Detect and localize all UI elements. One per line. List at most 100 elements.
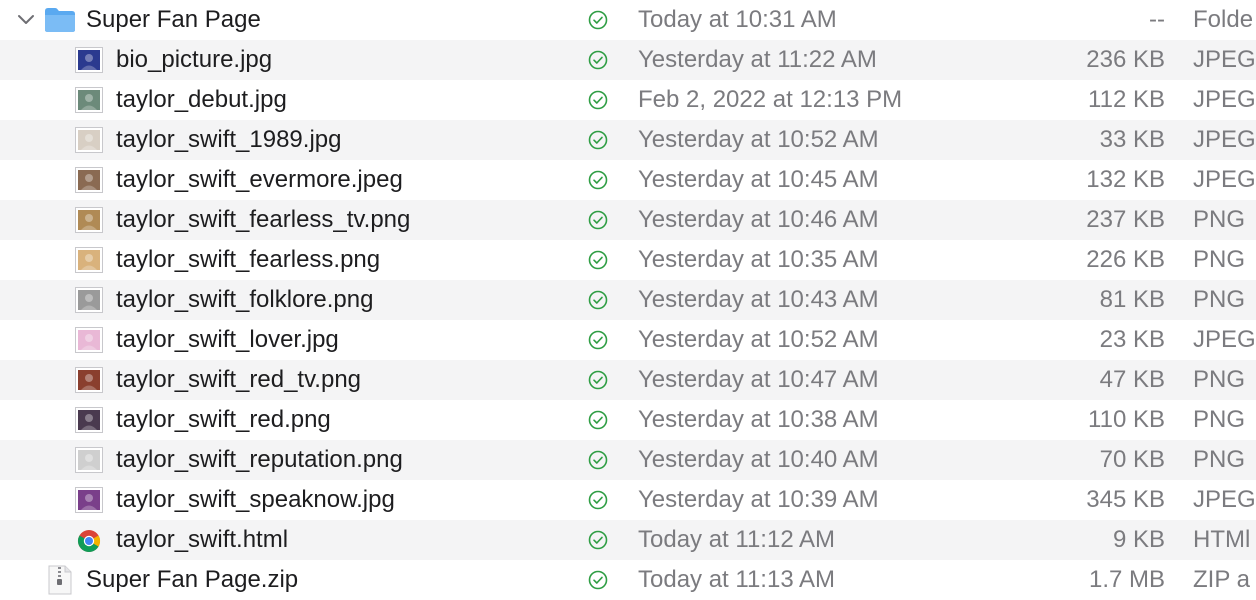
file-size: 23 KB	[1099, 326, 1165, 353]
sync-status-icon	[588, 570, 608, 590]
file-size: --	[1149, 6, 1165, 33]
file-size: 110 KB	[1088, 406, 1165, 433]
image-thumbnail-icon	[75, 47, 103, 73]
file-kind: PNG	[1193, 446, 1246, 473]
sync-status-icon	[588, 410, 608, 430]
file-kind: JPEG	[1193, 86, 1256, 113]
date-modified: Yesterday at 10:40 AM	[638, 446, 879, 473]
file-size: 33 KB	[1099, 126, 1165, 153]
file-row[interactable]: taylor_swift_evermore.jpeg Yesterday at …	[0, 160, 1256, 200]
date-modified: Yesterday at 11:22 AM	[638, 46, 877, 73]
date-modified: Yesterday at 10:39 AM	[638, 486, 879, 513]
image-thumbnail-icon	[75, 367, 103, 393]
file-name: taylor_debut.jpg	[116, 86, 287, 113]
date-modified: Yesterday at 10:38 AM	[638, 406, 879, 433]
date-modified: Yesterday at 10:52 AM	[638, 326, 879, 353]
sync-status-icon	[588, 290, 608, 310]
date-modified: Today at 10:31 AM	[638, 6, 837, 33]
file-row[interactable]: taylor_swift_red.png Yesterday at 10:38 …	[0, 400, 1256, 440]
file-name: taylor_swift_reputation.png	[116, 446, 403, 473]
sync-status-icon	[588, 450, 608, 470]
file-size: 81 KB	[1099, 286, 1165, 313]
folder-icon	[44, 7, 76, 33]
sync-status-icon	[588, 90, 608, 110]
image-thumbnail-icon	[75, 487, 103, 513]
sync-status-icon	[588, 10, 608, 30]
file-name: taylor_swift_folklore.png	[116, 286, 374, 313]
file-kind: JPEG	[1193, 126, 1256, 153]
file-size: 237 KB	[1086, 206, 1165, 233]
chrome-html-icon	[77, 529, 101, 553]
date-modified: Today at 11:13 AM	[638, 566, 836, 593]
image-thumbnail-icon	[75, 207, 103, 233]
sync-status-icon	[588, 530, 608, 550]
date-modified: Yesterday at 10:35 AM	[638, 246, 879, 273]
file-row[interactable]: taylor_swift_1989.jpg Yesterday at 10:52…	[0, 120, 1256, 160]
file-row[interactable]: taylor_swift_fearless.png Yesterday at 1…	[0, 240, 1256, 280]
file-size: 132 KB	[1086, 166, 1165, 193]
file-name: taylor_swift_evermore.jpeg	[116, 166, 403, 193]
file-kind: JPEG	[1193, 326, 1256, 353]
date-modified: Yesterday at 10:46 AM	[638, 206, 879, 233]
image-thumbnail-icon	[75, 287, 103, 313]
file-kind: JPEG	[1193, 46, 1256, 73]
file-name: taylor_swift_speaknow.jpg	[116, 486, 395, 513]
sync-status-icon	[588, 210, 608, 230]
file-row[interactable]: taylor_swift_red_tv.png Yesterday at 10:…	[0, 360, 1256, 400]
file-row[interactable]: taylor_swift_fearless_tv.png Yesterday a…	[0, 200, 1256, 240]
file-kind: PNG	[1193, 246, 1246, 273]
file-kind: HTMl	[1193, 526, 1251, 553]
file-row[interactable]: taylor_swift_reputation.png Yesterday at…	[0, 440, 1256, 480]
file-row[interactable]: taylor_swift_folklore.png Yesterday at 1…	[0, 280, 1256, 320]
image-thumbnail-icon	[75, 167, 103, 193]
file-row[interactable]: taylor_debut.jpg Feb 2, 2022 at 12:13 PM…	[0, 80, 1256, 120]
file-size: 226 KB	[1086, 246, 1165, 273]
file-name: taylor_swift.html	[116, 526, 289, 553]
image-thumbnail-icon	[75, 247, 103, 273]
sync-status-icon	[588, 490, 608, 510]
file-size: 47 KB	[1099, 366, 1165, 393]
chevron-down-icon[interactable]	[16, 11, 36, 29]
zip-row[interactable]: Super Fan Page.zip Today at 11:13 AM 1.7…	[0, 560, 1256, 600]
image-thumbnail-icon	[75, 407, 103, 433]
image-thumbnail-icon	[75, 127, 103, 153]
zip-archive-icon	[47, 565, 73, 595]
file-name: taylor_swift_red_tv.png	[116, 366, 362, 393]
sync-status-icon	[588, 330, 608, 350]
file-list: Super Fan Page Today at 10:31 AM -- Fold…	[0, 0, 1256, 600]
image-thumbnail-icon	[75, 447, 103, 473]
file-kind: PNG	[1193, 286, 1246, 313]
sync-status-icon	[588, 130, 608, 150]
folder-name: Super Fan Page	[86, 6, 261, 33]
file-size: 70 KB	[1099, 446, 1165, 473]
file-name: taylor_swift_1989.jpg	[116, 126, 342, 153]
image-thumbnail-icon	[75, 327, 103, 353]
file-kind: PNG	[1193, 366, 1246, 393]
file-kind: PNG	[1193, 406, 1246, 433]
date-modified: Yesterday at 10:43 AM	[638, 286, 879, 313]
date-modified: Yesterday at 10:47 AM	[638, 366, 879, 393]
file-row[interactable]: bio_picture.jpg Yesterday at 11:22 AM 23…	[0, 40, 1256, 80]
sync-status-icon	[588, 370, 608, 390]
file-row[interactable]: taylor_swift_lover.jpg Yesterday at 10:5…	[0, 320, 1256, 360]
image-thumbnail-icon	[75, 87, 103, 113]
file-name: taylor_swift_red.png	[116, 406, 331, 433]
date-modified: Yesterday at 10:52 AM	[638, 126, 879, 153]
file-name: bio_picture.jpg	[116, 46, 273, 73]
file-row[interactable]: taylor_swift.html Today at 11:12 AM 9 KB…	[0, 520, 1256, 560]
file-size: 236 KB	[1086, 46, 1165, 73]
sync-status-icon	[588, 170, 608, 190]
file-name: Super Fan Page.zip	[86, 566, 299, 593]
date-modified: Yesterday at 10:45 AM	[638, 166, 879, 193]
file-name: taylor_swift_fearless_tv.png	[116, 206, 411, 233]
file-kind: PNG	[1193, 206, 1246, 233]
file-row[interactable]: taylor_swift_speaknow.jpg Yesterday at 1…	[0, 480, 1256, 520]
file-kind: ZIP a	[1193, 566, 1250, 593]
file-kind: Folde	[1193, 6, 1254, 33]
file-kind: JPEG	[1193, 486, 1256, 513]
file-size: 112 KB	[1088, 86, 1165, 113]
file-name: taylor_swift_lover.jpg	[116, 326, 339, 353]
folder-row[interactable]: Super Fan Page Today at 10:31 AM -- Fold…	[0, 0, 1256, 40]
file-size: 9 KB	[1112, 526, 1165, 553]
sync-status-icon	[588, 50, 608, 70]
